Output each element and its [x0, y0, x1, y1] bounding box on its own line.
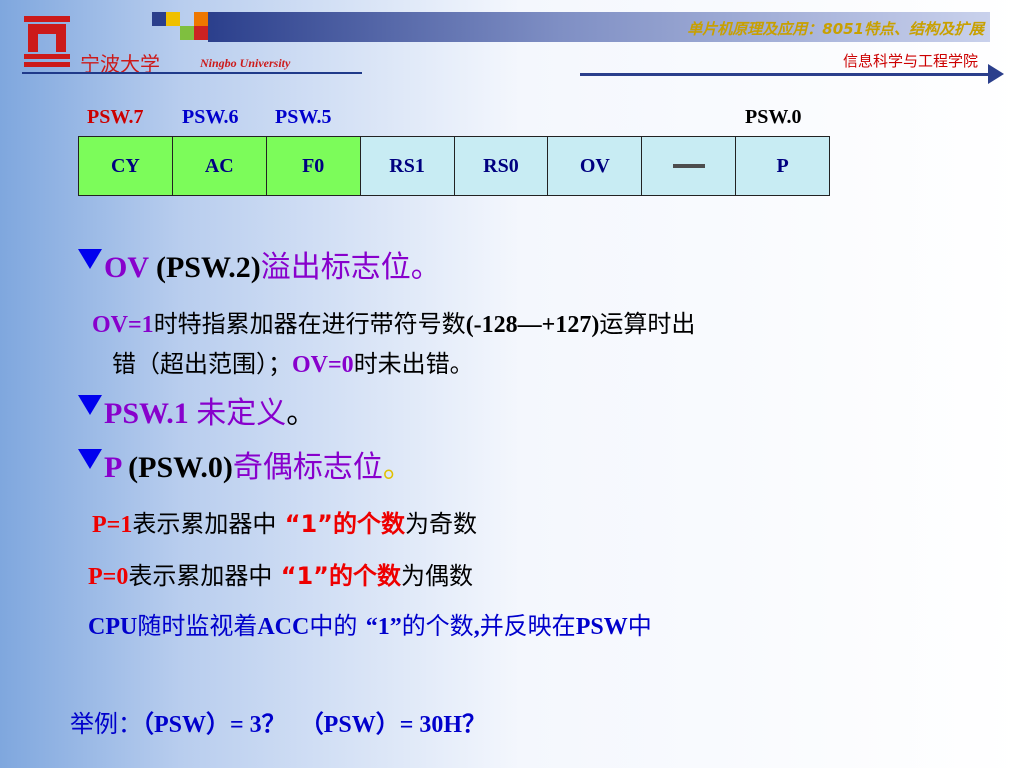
cpu-monitor-line: CPU随时监视着ACC中的 “1”的个数,并反映在PSW中: [88, 606, 652, 641]
triangle-bullet-icon: [78, 249, 102, 269]
example-label: 举例：: [70, 710, 142, 738]
psw-cell-p: P: [736, 137, 829, 195]
ov-desc: 溢出标志位。: [260, 250, 441, 285]
ov-line-2: 错（超出范围）；OV=0时未出错。: [112, 344, 474, 379]
cpu-text-j: 中: [627, 612, 652, 640]
arrow-right-icon: [988, 64, 1004, 84]
p-reg: (PSW.0): [120, 451, 233, 484]
p-odd-count: “1”的个数: [284, 510, 405, 538]
bit-label-psw5: PSW.5: [275, 106, 332, 128]
psw1-bullet: PSW.1 未定义。: [78, 388, 316, 432]
psw1-desc: 未定义: [196, 396, 287, 431]
cpu-text-a: CPU: [88, 614, 138, 640]
university-name-en: Ningbo University: [200, 56, 291, 70]
ov-text-4: 时未出错。: [353, 350, 474, 378]
psw-register-table: CY AC F0 RS1 RS0 OV P: [78, 136, 830, 196]
bit-label-psw6: PSW.6: [182, 106, 239, 128]
p-eq-1: P=1: [92, 512, 133, 538]
header-underline: [22, 72, 362, 74]
ov-name: OV: [104, 251, 149, 284]
p-name: P: [104, 451, 121, 484]
p-eq-0: P=0: [88, 564, 129, 590]
p-odd-text: 表示累加器中: [132, 510, 277, 538]
psw1-name: PSW.1: [104, 397, 197, 430]
cpu-text-d: 中的: [309, 612, 358, 640]
psw-cell-ac: AC: [172, 137, 267, 195]
course-title: 单片机原理及应用：8051特点、结构及扩展: [687, 20, 984, 38]
p-tail: 。: [382, 450, 413, 485]
cpu-text-e: “1”: [365, 614, 402, 640]
example-line: 举例：（PSW）= 3？ （PSW）= 30H？: [70, 704, 486, 739]
cpu-text-i: PSW: [575, 614, 628, 640]
p-even-line: P=0表示累加器中 “1”的个数为偶数: [88, 556, 473, 591]
p-desc: 奇偶标志位: [232, 450, 383, 485]
dash-icon: [672, 164, 705, 168]
triangle-bullet-icon: [78, 395, 102, 415]
p-even-result: 为偶数: [400, 562, 473, 590]
psw-cell-undefined: [642, 137, 737, 195]
psw-cell-rs0: RS0: [454, 137, 549, 195]
ov-reg: (PSW.2): [148, 251, 261, 284]
p-odd-result: 为奇数: [404, 510, 477, 538]
p-even-count: “1”的个数: [280, 562, 401, 590]
ov-eq-1: OV=1: [92, 312, 154, 338]
ov-line-1: OV=1时特指累加器在进行带符号数(-128—+127)运算时出: [92, 304, 695, 339]
p-even-text: 表示累加器中: [128, 562, 273, 590]
ov-text-3: 错（超出范围）；: [112, 350, 292, 378]
department-name: 信息科学与工程学院: [842, 52, 978, 70]
header-arrow-line: [580, 73, 992, 76]
ov-text-2: 运算时出: [599, 310, 696, 338]
ov-eq-0: OV=0: [292, 352, 354, 378]
cpu-text-f: 的个数: [401, 612, 474, 640]
ov-range: (-128—+127): [465, 312, 600, 338]
psw1-tail: 。: [286, 396, 317, 431]
bit-label-psw0: PSW.0: [745, 106, 802, 128]
psw-cell-cy: CY: [79, 137, 173, 195]
bit-label-psw7: PSW.7: [87, 106, 144, 128]
psw-cell-rs1: RS1: [360, 137, 455, 195]
cpu-text-c: ACC: [257, 614, 310, 640]
cpu-text-b: 随时监视着: [137, 612, 258, 640]
p-bullet: P (PSW.0)奇偶标志位。: [78, 442, 413, 486]
cpu-text-h: 并反映在: [479, 612, 576, 640]
psw-cell-ov: OV: [548, 137, 643, 195]
decorative-squares: [152, 12, 208, 40]
example-q2: （PSW）= 30H？: [299, 712, 487, 738]
psw-cell-f0: F0: [266, 137, 361, 195]
p-odd-line: P=1表示累加器中 “1”的个数为奇数: [92, 504, 477, 539]
triangle-bullet-icon: [78, 449, 102, 469]
ov-text-1: 时特指累加器在进行带符号数: [153, 310, 466, 338]
ov-bullet: OV (PSW.2)溢出标志位。: [78, 242, 441, 286]
university-logo: [22, 14, 72, 68]
example-q1: （PSW）= 3？: [142, 712, 286, 738]
